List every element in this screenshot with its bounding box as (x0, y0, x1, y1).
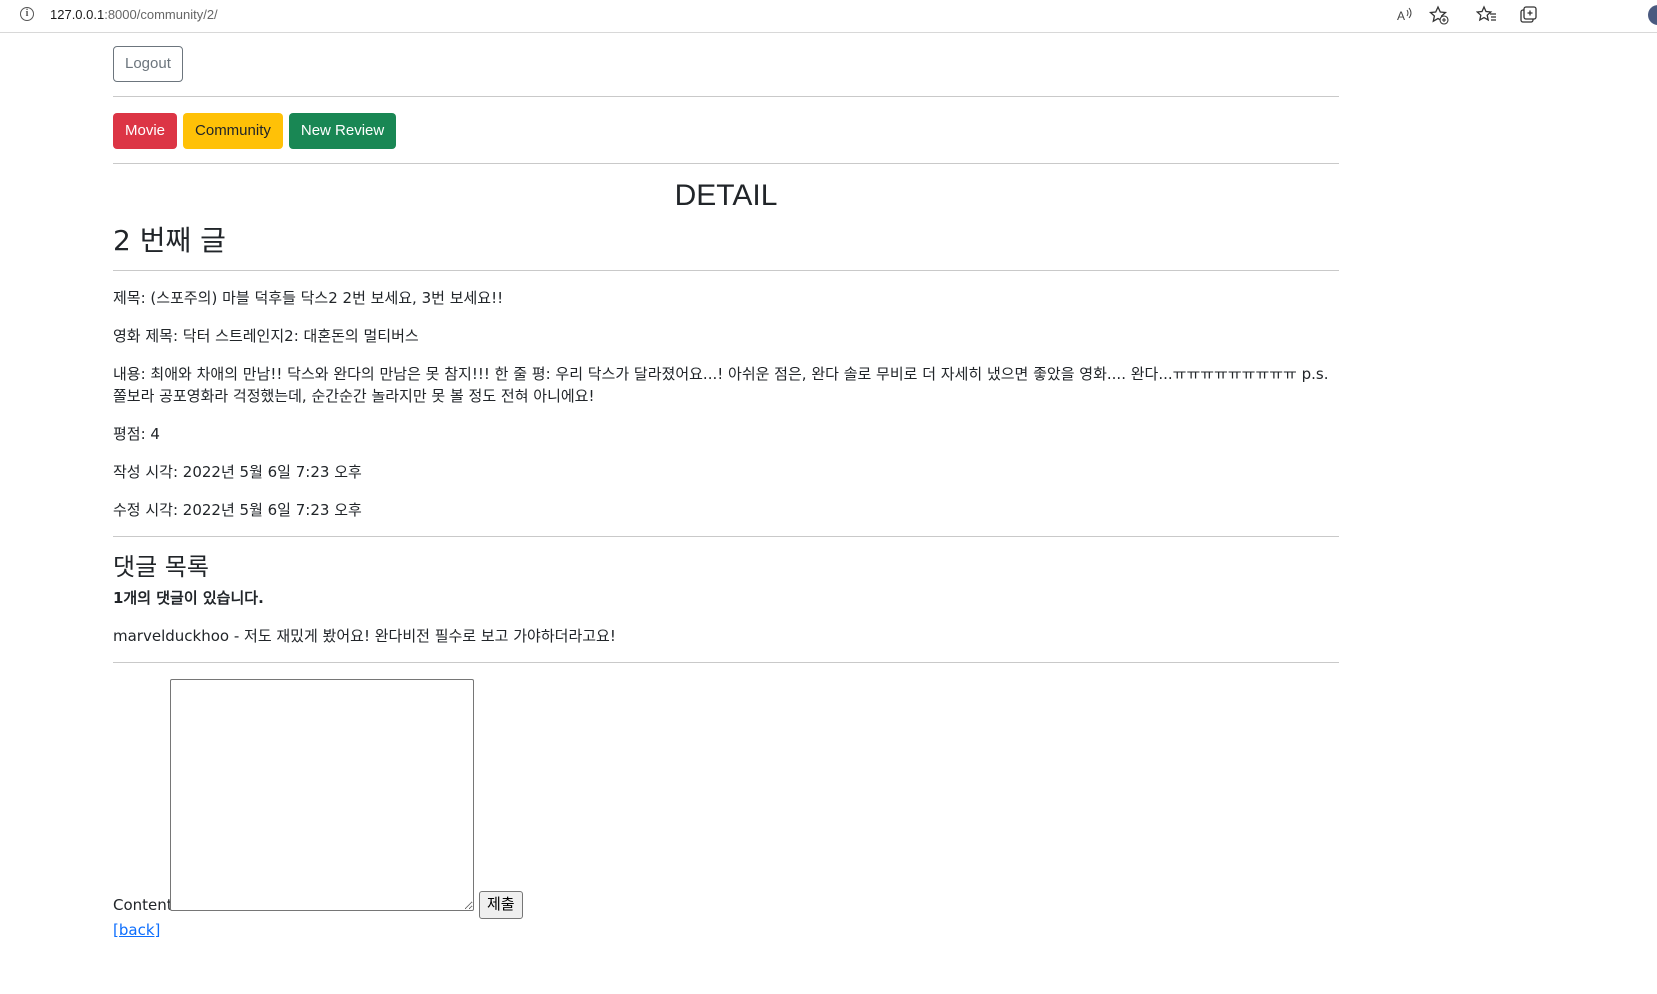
comment-content-input[interactable] (170, 679, 474, 911)
review-title: 제목: (스포주의) 마블 덕후들 닥스2 2번 보세요, 3번 보세요!! (113, 289, 504, 307)
post-heading: 2 번째 글 (113, 224, 226, 257)
url-host: 127.0.0.1 (50, 7, 105, 22)
comments-heading: 댓글 목록 (113, 553, 209, 581)
collections-icon[interactable] (1518, 4, 1540, 26)
divider (113, 536, 1339, 537)
movie-title: 영화 제목: 닥터 스트레인지2: 대혼돈의 멀티버스 (113, 327, 419, 345)
url-path: :8000/community/2/ (104, 7, 218, 22)
comment-count: 1개의 댓글이 있습니다. (113, 589, 264, 607)
info-icon[interactable]: i (20, 7, 34, 21)
svg-text:A: A (1397, 9, 1405, 23)
main-nav: Movie Community New Review (113, 113, 397, 149)
favorites-icon[interactable] (1475, 4, 1498, 26)
back-link[interactable]: [back] (113, 921, 160, 939)
comment-item: marvelduckhoo - 저도 재밌게 봤어요! 완다비전 필수로 보고 … (113, 627, 616, 645)
divider (113, 163, 1339, 164)
url-field[interactable]: 127.0.0.1:8000/community/2/ (50, 7, 218, 22)
updated-at: 수정 시각: 2022년 5월 6일 7:23 오후 (113, 501, 362, 519)
review-rating: 평점: 4 (113, 425, 160, 443)
divider (113, 96, 1339, 97)
created-at: 작성 시각: 2022년 5월 6일 7:23 오후 (113, 463, 362, 481)
community-button[interactable]: Community (183, 113, 283, 149)
browser-address-bar: i 127.0.0.1:8000/community/2/ A (0, 0, 1657, 33)
divider (113, 662, 1339, 663)
new-review-button[interactable]: New Review (288, 113, 397, 149)
read-aloud-icon[interactable]: A (1394, 4, 1416, 26)
add-favorite-icon[interactable] (1428, 4, 1450, 26)
review-content: 내용: 최애와 차애의 만남!! 닥스와 완다의 만남은 못 참지!!! 한 줄… (113, 365, 1329, 405)
movie-button[interactable]: Movie (113, 113, 178, 149)
divider (113, 270, 1339, 271)
submit-button[interactable]: 제출 (479, 891, 523, 919)
logout-button[interactable]: Logout (113, 46, 183, 82)
content-label: Content: (113, 896, 178, 914)
page-title: DETAIL (674, 179, 778, 212)
profile-avatar[interactable] (1648, 5, 1657, 25)
